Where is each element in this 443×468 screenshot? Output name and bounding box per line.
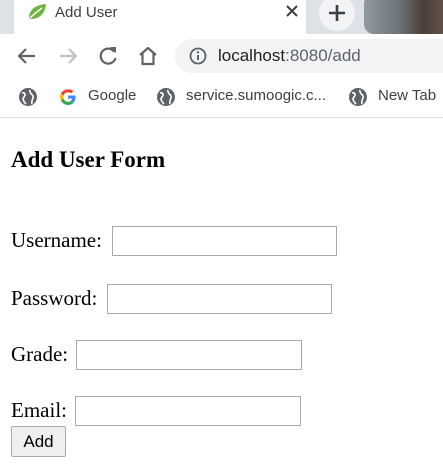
bookmark-item-new-tab[interactable]: New Tab <box>348 86 443 108</box>
bookmark-item-globe[interactable] <box>18 86 42 108</box>
bookmark-item-sumologic[interactable]: service.sumoogic.c... <box>156 86 331 108</box>
google-icon <box>58 87 78 107</box>
info-icon[interactable] <box>189 47 207 65</box>
email-label: Email: <box>11 398 67 422</box>
password-field[interactable] <box>107 284 332 314</box>
email-field[interactable] <box>75 396 301 426</box>
url-path: :8080/add <box>285 46 361 65</box>
bookmark-label: New Tab <box>378 87 437 104</box>
bookmark-label: Google <box>88 87 137 104</box>
globe-icon <box>348 87 368 107</box>
home-icon[interactable] <box>136 44 160 68</box>
page-title: Add User Form <box>11 147 166 172</box>
globe-icon <box>156 87 176 107</box>
new-tab-button[interactable] <box>319 0 355 31</box>
reload-icon[interactable] <box>96 44 120 68</box>
forward-icon[interactable] <box>56 44 80 68</box>
username-label: Username: <box>11 228 102 252</box>
tab-thumbnail <box>364 0 443 34</box>
add-button[interactable]: Add <box>11 426 66 457</box>
tab-title: Add User <box>55 4 118 21</box>
grade-label: Grade: <box>11 342 69 366</box>
url-host: localhost <box>218 46 286 65</box>
plus-icon <box>329 5 345 21</box>
bookmark-label: service.sumoogic.c... <box>186 87 327 104</box>
back-icon[interactable] <box>15 44 39 68</box>
spring-leaf-icon <box>26 3 48 21</box>
address-bar[interactable]: localhost:8080/add <box>175 39 443 73</box>
close-icon[interactable] <box>282 1 302 21</box>
bookmarks-bar: Google service.sumoogic.c... New Tab <box>0 78 443 118</box>
bookmark-item-google[interactable]: Google <box>58 86 148 108</box>
page-content: Add User Form Username: Password: Grade:… <box>0 119 443 468</box>
username-field[interactable] <box>112 226 337 256</box>
browser-tab[interactable]: Add User <box>0 0 306 34</box>
browser-toolbar: localhost:8080/add <box>0 34 443 78</box>
url-text: localhost:8080/add <box>218 46 361 66</box>
grade-field[interactable] <box>76 340 302 370</box>
globe-icon <box>18 87 38 107</box>
tab-strip: Add User <box>0 0 443 34</box>
password-label: Password: <box>11 286 98 310</box>
